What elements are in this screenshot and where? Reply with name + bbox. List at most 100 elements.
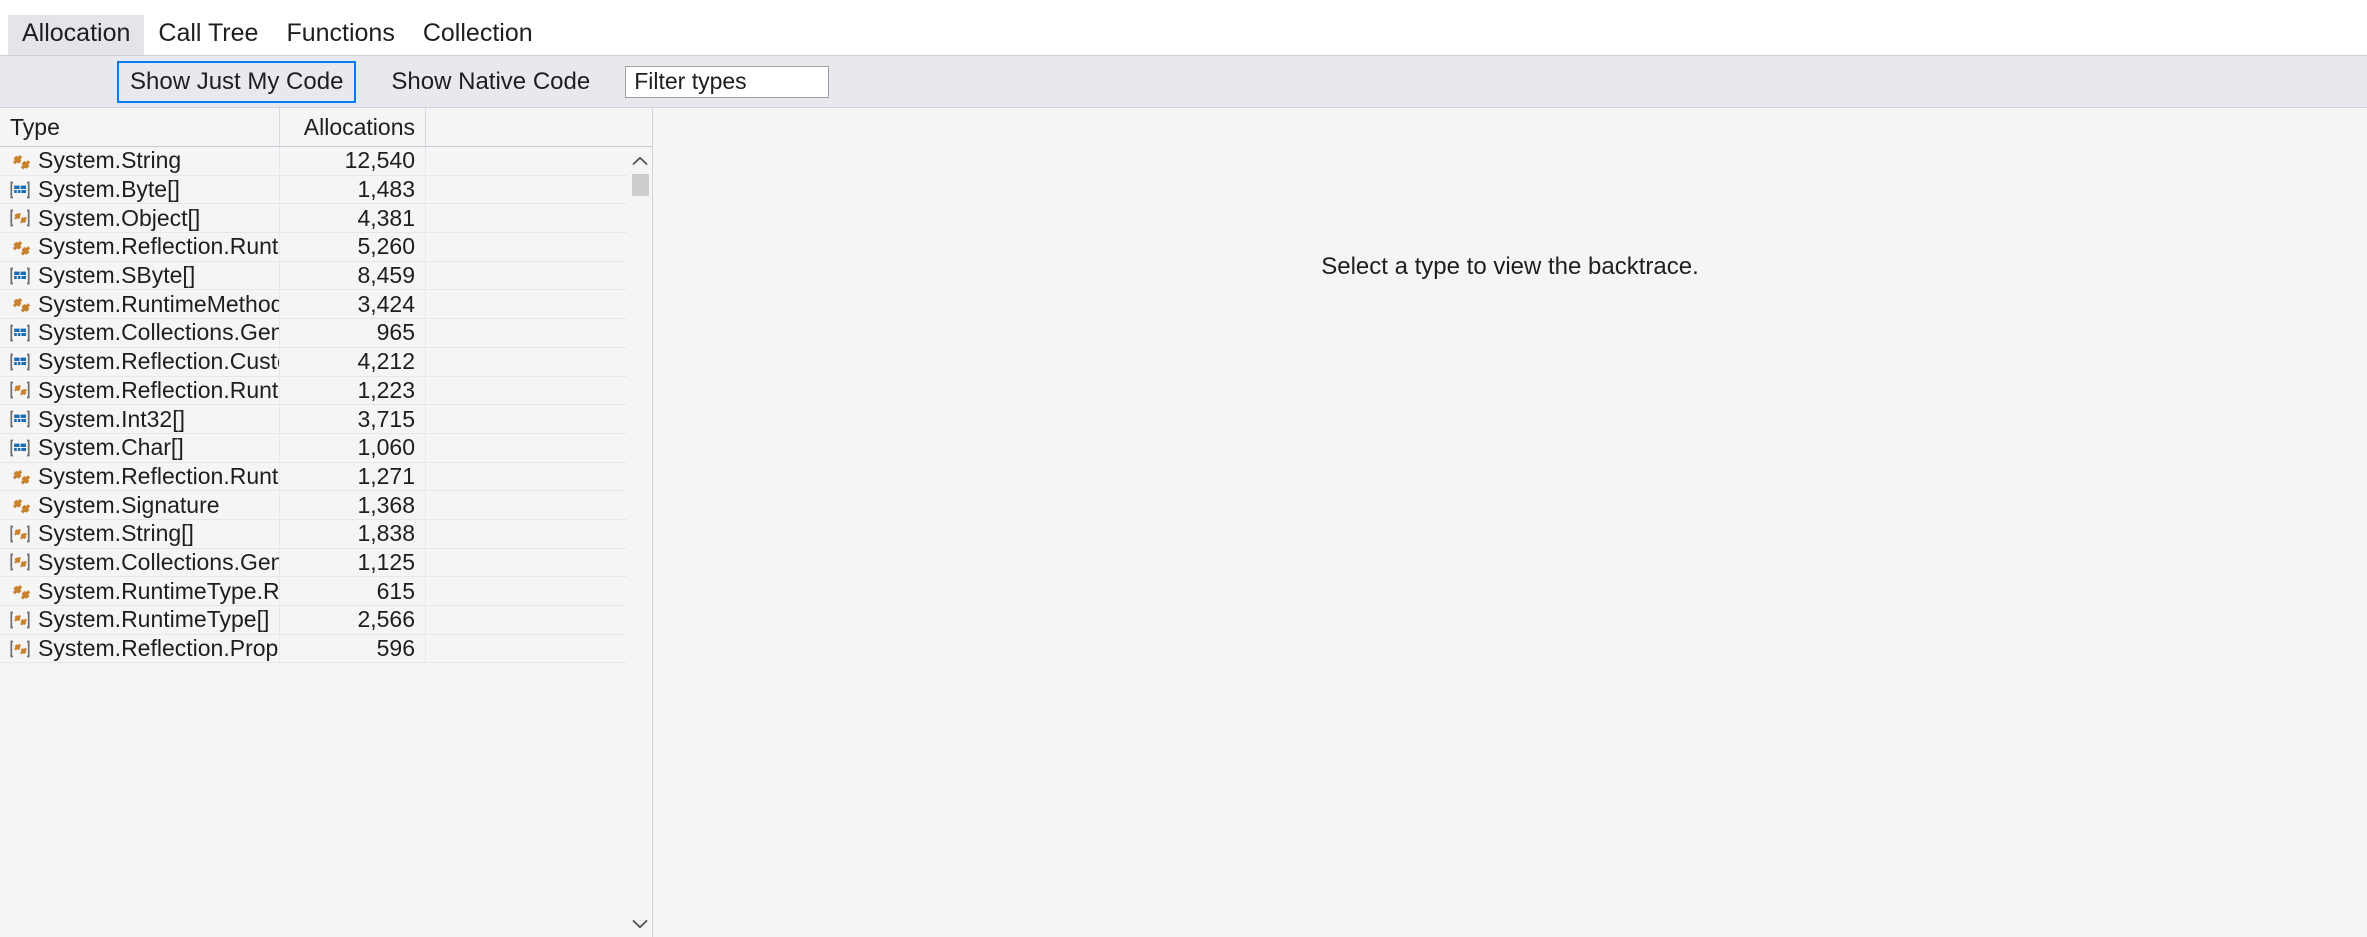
table-row[interactable]: System.Collections.Generic.Dicti... 965 [0,319,652,348]
table-row[interactable]: System.Object[] 4,381 [0,204,652,234]
cell-allocations[interactable]: 2,566 [280,606,426,634]
struct-array-icon [10,353,30,371]
type-name-label: System.Signature [38,491,220,518]
cell-allocations[interactable]: 1,223 [280,376,426,405]
type-name-label: System.RuntimeMethodInfoStub [38,290,279,317]
allocations-value: 3,715 [357,405,415,432]
table-row[interactable]: System.Collections.Generic.Sort... 1,125 [0,548,652,578]
tab-allocation[interactable]: Allocation [8,15,145,55]
cell-type[interactable]: System.Collections.Generic.Dicti... [0,319,280,347]
cell-allocations[interactable]: 12,540 [280,147,426,175]
cell-type[interactable]: System.Reflection.PropertyInfo[] [0,634,280,663]
table-row[interactable]: System.Signature 1,368 [0,491,652,520]
allocations-value: 1,125 [357,548,415,575]
table-row[interactable]: System.RuntimeType[] 2,566 [0,606,652,635]
scrollbar-track[interactable] [627,174,652,911]
cell-type[interactable]: System.RuntimeType[] [0,606,280,634]
table-row[interactable]: System.Reflection.RuntimeMet... 1,223 [0,376,652,406]
tab-call-tree[interactable]: Call Tree [144,15,272,55]
scroll-down-button[interactable] [627,911,652,937]
class-array-icon [10,611,30,629]
cell-type[interactable]: System.Signature [0,491,280,519]
scrollbar-thumb[interactable] [632,174,649,196]
cell-type[interactable]: System.String [0,147,280,175]
allocations-value: 1,838 [357,520,415,547]
table-row[interactable]: System.Byte[] 1,483 [0,175,652,205]
table-row[interactable]: System.RuntimeMethodInfoStub 3,424 [0,290,652,320]
table-row[interactable]: System.String 12,540 [0,147,652,176]
show-native-code-button[interactable]: Show Native Code [378,61,603,103]
class-icon [12,298,30,313]
filter-types-field[interactable] [625,65,830,98]
table-row[interactable]: System.Reflection.CustomAttrib... 4,212 [0,347,652,377]
type-name-label: System.Collections.Generic.Sort... [38,548,279,575]
table-row[interactable]: System.Reflection.RuntimePara... 1,271 [0,462,652,492]
class-array-icon [10,381,30,399]
cell-allocations[interactable]: 5,260 [280,233,426,261]
class-icon [12,240,30,256]
cell-type[interactable]: System.Byte[] [0,175,280,204]
cell-type[interactable]: System.Collections.Generic.Sort... [0,548,280,577]
allocations-value: 1,483 [357,176,415,203]
cell-type[interactable]: System.Reflection.RuntimePara... [0,462,280,491]
cell-type[interactable]: System.Reflection.CustomAttrib... [0,347,280,376]
cell-filler [426,405,652,433]
cell-allocations[interactable]: 3,424 [280,290,426,319]
cell-allocations[interactable]: 1,271 [280,462,426,491]
cell-type[interactable]: System.RuntimeMethodInfoStub [0,290,280,319]
types-grid-rows[interactable]: System.String 12,540 System.Byte[] 1,483 S… [0,147,652,937]
struct-array-icon [10,324,30,342]
cell-type[interactable]: System.Object[] [0,204,280,233]
cell-filler [426,520,652,548]
types-grid-scrollbar[interactable] [627,148,652,937]
column-header-allocations[interactable]: Allocations [280,108,426,146]
allocations-value: 1,271 [357,462,415,489]
allocations-value: 3,424 [357,290,415,317]
class-array-icon [10,640,30,657]
type-name-label: System.Byte[] [38,176,180,203]
type-name-label: System.Int32[] [38,405,186,432]
types-grid-header: Type Allocations [0,108,652,147]
type-name-label: System.Reflection.CustomAttrib... [38,348,279,375]
tab-collection[interactable]: Collection [409,15,547,55]
cell-allocations[interactable]: 1,838 [280,519,426,548]
table-row[interactable]: System.String[] 1,838 [0,519,652,549]
cell-allocations[interactable]: 1,483 [280,175,426,204]
cell-type[interactable]: System.Reflection.RuntimeMet... [0,233,280,261]
cell-allocations[interactable]: 3,715 [280,405,426,433]
cell-type[interactable]: System.Char[] [0,433,280,462]
table-row[interactable]: System.SByte[] 8,459 [0,261,652,291]
cell-allocations[interactable]: 4,212 [280,347,426,376]
cell-allocations[interactable]: 1,125 [280,548,426,577]
tab-functions[interactable]: Functions [272,15,408,55]
cell-type[interactable]: System.SByte[] [0,261,280,290]
type-name-label: System.RuntimeType.RuntimeT... [38,577,280,604]
cell-allocations[interactable]: 1,060 [280,433,426,462]
type-name-label: System.Reflection.RuntimeMet... [38,233,280,260]
class-icon [12,585,30,600]
cell-allocations[interactable]: 8,459 [280,261,426,290]
chevron-down-icon [632,920,648,929]
show-just-my-code-button[interactable]: Show Just My Code [117,60,357,103]
cell-type[interactable]: System.String[] [0,519,280,548]
cell-filler [426,577,652,605]
table-row[interactable]: System.Reflection.RuntimeMet... 5,260 [0,233,652,262]
cell-type[interactable]: System.Int32[] [0,405,280,433]
table-row[interactable]: System.Char[] 1,060 [0,433,652,463]
cell-allocations[interactable]: 1,368 [280,491,426,519]
chevron-up-icon [632,156,648,165]
cell-allocations[interactable]: 615 [280,577,426,605]
cell-type[interactable]: System.Reflection.RuntimeMet... [0,376,280,405]
scroll-up-button[interactable] [627,148,652,174]
allocations-value: 2,566 [357,606,415,633]
cell-allocations[interactable]: 4,381 [280,204,426,233]
column-header-type[interactable]: Type [0,108,280,146]
table-row[interactable]: System.Int32[] 3,715 [0,405,652,434]
table-row[interactable]: System.Reflection.PropertyInfo[] 596 [0,634,652,664]
cell-allocations[interactable]: 965 [280,319,426,347]
cell-allocations[interactable]: 596 [280,634,426,663]
filter-types-input[interactable] [626,66,829,97]
cell-type[interactable]: System.RuntimeType.RuntimeT... [0,577,280,605]
type-name-label: System.Reflection.RuntimePara... [38,462,279,489]
table-row[interactable]: System.RuntimeType.RuntimeT... 615 [0,577,652,606]
